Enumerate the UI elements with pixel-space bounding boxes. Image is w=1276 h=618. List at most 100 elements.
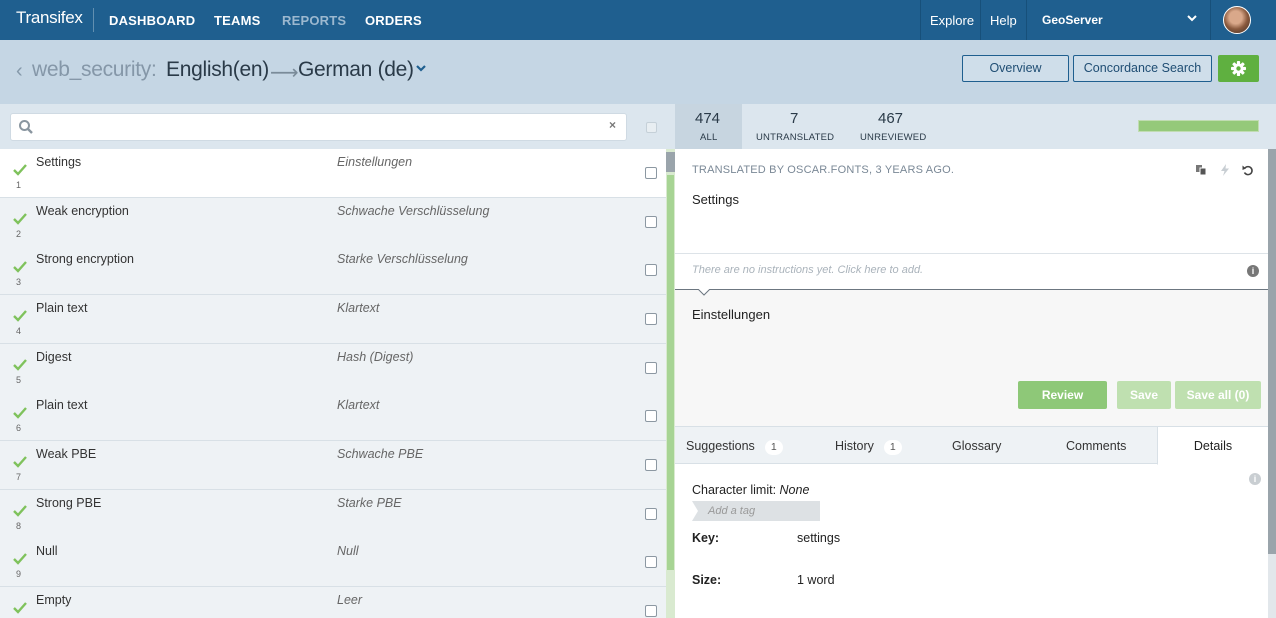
target-language[interactable]: German (de) [298,58,414,82]
details-info-icon[interactable]: i [1249,473,1261,485]
language-dropdown-icon[interactable] [416,64,426,72]
nav-teams[interactable]: TEAMS [214,13,261,28]
row-checkbox[interactable] [645,508,657,520]
chevron-down-icon[interactable] [1187,13,1197,23]
avatar[interactable] [1223,6,1251,34]
list-item[interactable]: 4 Plain text Klartext [0,295,666,344]
source-string: Weak PBE [36,447,97,461]
undo-icon[interactable] [1242,164,1254,176]
translation-text[interactable]: Einstellungen [692,307,770,322]
org-switcher[interactable]: GeoServer [1042,13,1103,27]
string-number: 4 [16,326,22,336]
concordance-search-button[interactable]: Concordance Search [1073,55,1212,82]
list-scrollbar-thumb[interactable] [666,152,675,172]
list-item[interactable]: Empty Leer [0,587,666,618]
nav-reports[interactable]: REPORTS [282,13,346,28]
gear-icon [1231,61,1246,76]
translation-string: Starke Verschlüsselung [337,252,468,266]
transifex-logo[interactable]: Transifex [16,8,83,28]
suggestions-count-badge: 1 [764,440,783,455]
list-item[interactable]: 9 Null Null [0,538,666,587]
reviewed-check-icon [13,164,27,176]
source-language: English(en) [166,58,269,81]
source-text: Settings [692,192,739,207]
row-checkbox[interactable] [645,556,657,568]
lightning-icon[interactable] [1219,164,1231,176]
source-string: Null [36,544,58,558]
save-all-button[interactable]: Save all (0) [1175,381,1261,409]
all-count: 474 [695,110,721,127]
list-item[interactable]: 8 Strong PBE Starke PBE [0,490,666,539]
translation-string: Klartext [337,398,380,412]
nav-explore[interactable]: Explore [930,13,974,28]
top-nav: Transifex DASHBOARD TEAMS REPORTS ORDERS… [0,0,1276,40]
nav-help[interactable]: Help [990,13,1017,28]
tab-suggestions[interactable]: Suggestions 1 [686,427,783,465]
row-checkbox[interactable] [645,362,657,374]
string-number: 3 [16,277,22,287]
list-item[interactable]: 6 Plain text Klartext [0,392,666,441]
review-button[interactable]: Review [1018,381,1107,409]
source-string: Plain text [36,398,88,412]
row-checkbox[interactable] [645,410,657,422]
source-string: Digest [36,350,72,364]
add-tag-input[interactable]: Add a tag [692,501,820,521]
project-name[interactable]: web_security: [32,58,157,82]
instructions-placeholder[interactable]: There are no instructions yet. Click her… [692,264,923,276]
row-checkbox[interactable] [645,264,657,276]
list-progress-strip [667,175,674,570]
string-number: 1 [16,180,22,190]
source-string: Strong encryption [36,252,134,266]
list-item[interactable]: 7 Weak PBE Schwache PBE [0,441,666,490]
tab-glossary[interactable]: Glossary [952,427,1001,465]
info-icon[interactable]: i [1247,265,1259,277]
list-item[interactable]: 3 Strong encryption Starke Verschlüsselu… [0,246,666,295]
row-checkbox[interactable] [645,605,657,617]
unreviewed-label[interactable]: UNREVIEWED [860,132,926,143]
tab-history[interactable]: History 1 [835,427,902,465]
row-checkbox[interactable] [645,313,657,325]
nav-separator [920,0,921,40]
detail-scrollbar-thumb[interactable] [1268,149,1276,554]
source-string: Strong PBE [36,496,102,510]
nav-orders[interactable]: ORDERS [365,13,422,28]
tab-details[interactable]: Details [1157,427,1268,465]
untranslated-label[interactable]: UNTRANSLATED [756,132,834,143]
instructions-box[interactable]: There are no instructions yet. Click her… [675,253,1268,290]
untranslated-count[interactable]: 7 [790,110,798,127]
nav-separator [1210,0,1211,40]
progress-bar [1138,120,1259,132]
clear-search-icon[interactable]: × [609,118,616,132]
search-input[interactable] [10,113,627,141]
translation-string: Hash (Digest) [337,350,414,364]
translation-string: Schwache PBE [337,447,424,461]
row-checkbox[interactable] [645,459,657,471]
save-button[interactable]: Save [1117,381,1171,409]
source-string: Empty [36,593,72,607]
back-chevron-icon[interactable]: ‹ [16,60,23,83]
source-string: Weak encryption [36,204,129,218]
row-checkbox[interactable] [645,167,657,179]
reviewed-check-icon [13,505,27,517]
list-item[interactable]: 1 Settings Einstellungen [0,149,666,198]
all-label: ALL [700,132,718,143]
list-item[interactable]: 2 Weak encryption Schwache Verschlüsselu… [0,198,666,247]
reviewed-check-icon [13,261,27,273]
overview-button[interactable]: Overview [962,55,1069,82]
detail-tabs: Suggestions 1 History 1 Glossary Comments … [675,426,1268,465]
settings-button[interactable] [1218,55,1259,82]
string-number: 2 [16,229,22,239]
reviewed-check-icon [13,359,27,371]
list-item[interactable]: 5 Digest Hash (Digest) [0,344,666,393]
source-string: Settings [36,155,82,169]
reviewed-check-icon [13,553,27,565]
translation-string: Null [337,544,359,558]
unreviewed-count[interactable]: 467 [878,110,903,127]
select-all-checkbox[interactable] [646,122,657,133]
copy-source-icon[interactable] [1195,164,1207,176]
tab-comments[interactable]: Comments [1066,427,1126,465]
nav-dashboard[interactable]: DASHBOARD [109,13,195,28]
string-list: 1 Settings Einstellungen 2 Weak encrypti… [0,149,666,618]
row-checkbox[interactable] [645,216,657,228]
reviewed-check-icon [13,456,27,468]
